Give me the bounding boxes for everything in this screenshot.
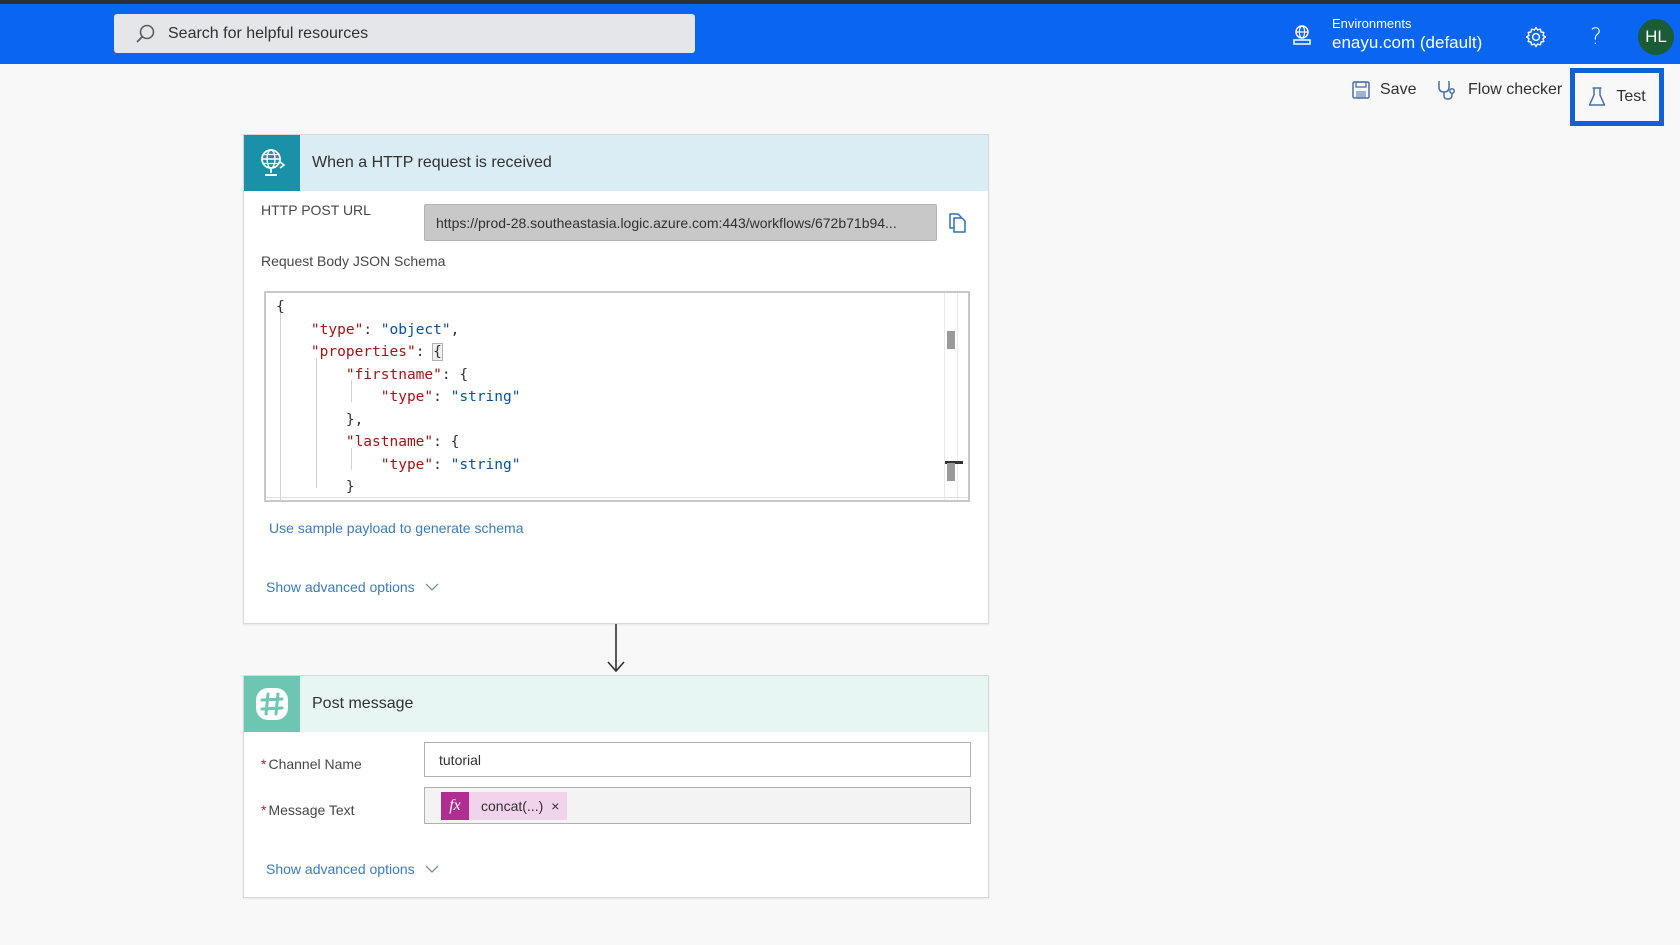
flow-checker-label: Flow checker [1468,81,1563,98]
code-key: "type" [310,321,364,338]
help-button[interactable]: ? [1583,24,1609,50]
http-trigger-card: When a HTTP request is received HTTP POS… [243,134,989,624]
required-marker: * [261,802,267,818]
chevron-down-icon [425,865,439,873]
schema-label: Request Body JSON Schema [261,253,446,269]
channel-name-label-text: Channel Name [268,756,362,772]
post-message-card: Post message * Channel Name tutorial * Mes… [243,675,989,898]
search-icon [136,24,155,43]
code-key: "type" [380,456,434,473]
post-message-badge [244,676,300,732]
show-advanced-options-http[interactable]: Show advanced options [266,579,439,595]
code-value: "string" [450,389,521,405]
http-trigger-title: When a HTTP request is received [312,154,552,171]
save-button[interactable]: Save [1352,78,1416,102]
code-line: "type": "string" [380,389,521,405]
environment-label: Environments [1332,16,1412,31]
message-text-label-text: Message Text [268,802,355,818]
slack-hash-icon [256,688,288,720]
stethoscope-icon [1438,81,1455,100]
command-bar: Save Flow checker Test [0,64,1680,126]
post-message-title: Post message [312,695,414,712]
editor-horizontal-scrollbar[interactable] [266,497,968,498]
show-advanced-options-post[interactable]: Show advanced options [266,861,439,877]
help-icon: ? [1590,24,1602,50]
beaker-icon [1589,87,1606,106]
save-label: Save [1380,81,1417,98]
code-line: "properties": { [310,343,443,361]
environment-globe-icon [1293,25,1311,45]
http-trigger-badge [244,135,300,191]
code-key: "lastname" [345,434,434,450]
show-advanced-options-label: Show advanced options [266,579,415,595]
environment-picker[interactable]: Environments enayu.com (default) [1290,12,1482,58]
code-value: "string" [450,456,521,473]
matched-bracket: { [432,343,443,361]
show-advanced-options-label: Show advanced options [266,861,415,877]
code-value: "object" [380,321,451,338]
test-button[interactable]: Test [1570,68,1664,126]
code-key: "firstname" [345,366,442,383]
required-marker: * [261,756,267,772]
expression-token[interactable]: fx concat(...) × [441,791,568,820]
settings-button[interactable] [1523,24,1549,50]
json-schema-editor[interactable]: { "type": "object", "properties": { "fir… [264,291,970,502]
search-box[interactable] [114,14,695,53]
code-line: "type": "object", [310,321,460,338]
schema-code: { "type": "object", "properties": { "fir… [276,296,520,499]
scrollbar-marker [947,463,955,481]
code-line: { [276,299,285,315]
code-line: "lastname": { [345,434,460,450]
fx-icon: fx [441,791,469,820]
avatar[interactable]: HL [1638,19,1674,55]
http-post-url-field[interactable]: https://prod-28.southeastasia.logic.azur… [424,204,937,241]
remove-token-button[interactable]: × [551,798,559,814]
channel-name-label: * Channel Name [261,756,362,772]
gear-icon [1525,26,1547,48]
expression-token-label: concat(...) [481,797,544,814]
post-message-header[interactable]: Post message [244,676,988,732]
code-key: "type" [380,389,434,405]
code-key: "properties" [310,344,416,360]
avatar-initials: HL [1645,27,1667,46]
sample-payload-link[interactable]: Use sample payload to generate schema [269,520,523,536]
flow-checker-button[interactable]: Flow checker [1436,78,1562,102]
chevron-down-icon [425,583,439,591]
top-bar: Environments enayu.com (default) ? HL [0,4,1680,64]
http-trigger-header[interactable]: When a HTTP request is received [244,135,988,191]
code-line: } [276,479,355,495]
http-post-url-label: HTTP POST URL [261,202,371,218]
code-line: "firstname": { [345,366,469,383]
search-input[interactable] [168,24,648,43]
message-text-label: * Message Text [261,802,355,818]
environment-value: enayu.com (default) [1332,33,1483,52]
http-globe-icon [261,149,286,176]
message-text-input[interactable]: fx concat(...) × [424,787,971,824]
flow-connector-arrow-icon [607,624,625,673]
save-icon [1352,81,1370,99]
code-line: "type": "string" [380,456,521,473]
scrollbar-thumb[interactable] [947,331,955,349]
test-label: Test [1616,88,1646,105]
copy-icon[interactable] [947,212,969,234]
code-line: }, [276,411,364,428]
channel-name-input[interactable]: tutorial [424,742,971,777]
